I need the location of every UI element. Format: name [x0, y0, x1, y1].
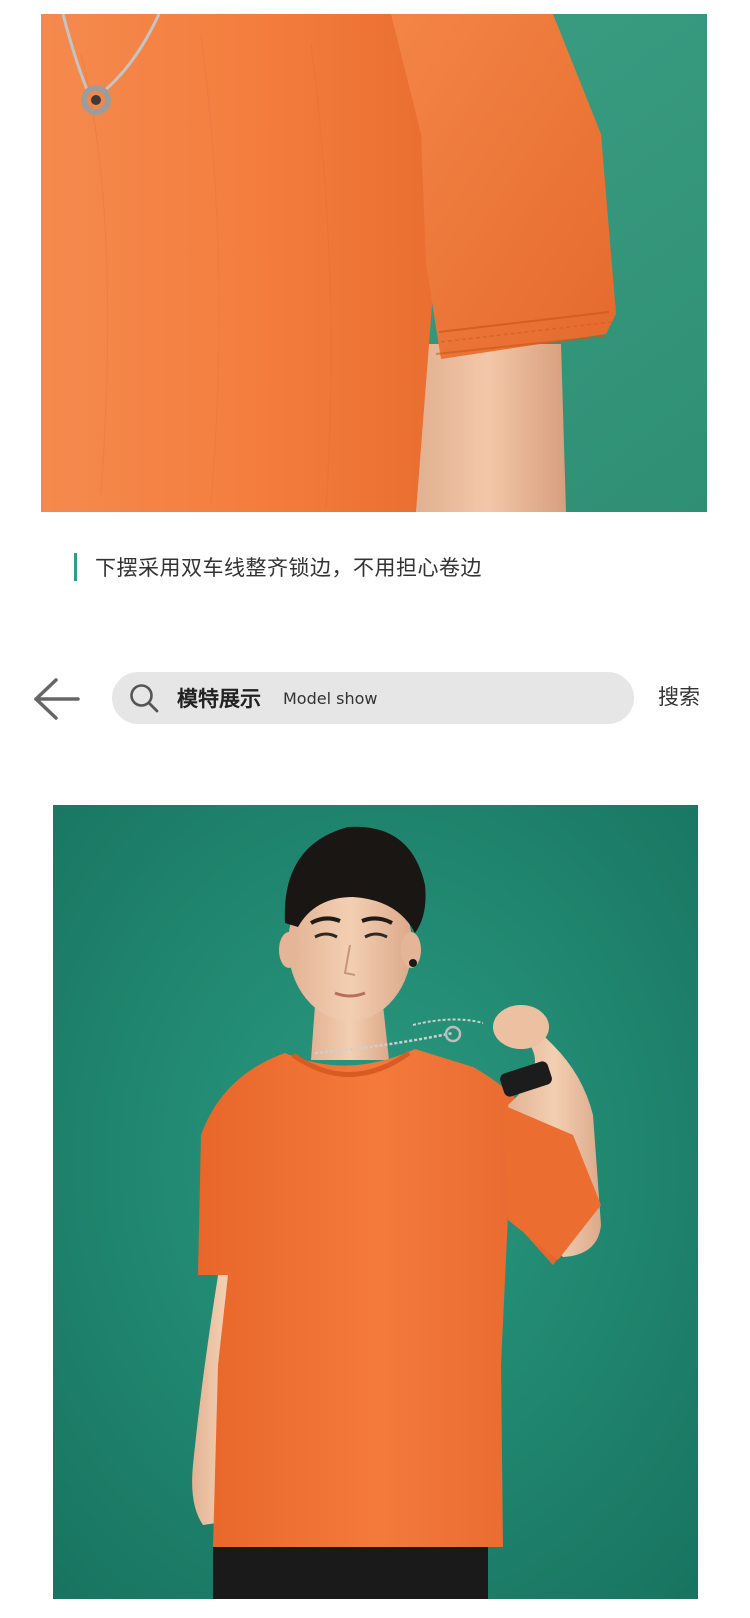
- search-button[interactable]: 搜索: [658, 681, 700, 711]
- search-title: 模特展示: [177, 687, 261, 711]
- arrow-left-icon[interactable]: [32, 676, 80, 722]
- tshirt-closeup-illustration: [41, 14, 707, 512]
- search-bar[interactable]: 模特展示 Model show: [112, 672, 634, 724]
- feature-caption: 下摆采用双车线整齐锁边，不用担心卷边: [74, 553, 482, 581]
- search-icon: [130, 684, 159, 713]
- caption-accent-bar: [74, 553, 77, 581]
- model-photo: [53, 805, 698, 1599]
- caption-text: 下摆采用双车线整齐锁边，不用担心卷边: [95, 556, 482, 580]
- search-subtitle: Model show: [283, 688, 378, 708]
- model-illustration: [53, 805, 698, 1599]
- product-detail-photo: [41, 14, 707, 512]
